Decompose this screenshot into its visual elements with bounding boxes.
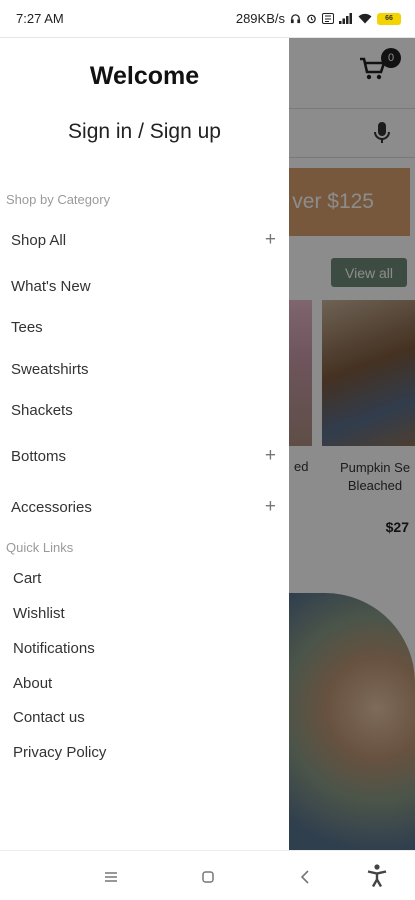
category-sweatshirts[interactable]: Sweatshirts xyxy=(0,353,289,385)
status-time: 7:27 AM xyxy=(16,11,64,26)
quick-link-cart[interactable]: Cart xyxy=(13,570,41,587)
category-label: Tees xyxy=(11,318,43,336)
menu-icon[interactable] xyxy=(101,867,121,887)
category-label: Sweatshirts xyxy=(11,360,89,378)
quick-link-notifications[interactable]: Notifications xyxy=(13,640,95,657)
quick-link-privacy-policy[interactable]: Privacy Policy xyxy=(13,744,106,761)
category-shop-all[interactable]: Shop All + xyxy=(0,224,289,256)
quick-links-label: Quick Links xyxy=(6,540,74,555)
quick-link-wishlist[interactable]: Wishlist xyxy=(13,605,65,622)
expand-icon[interactable]: + xyxy=(265,496,276,518)
category-label: Bottoms xyxy=(11,447,67,465)
category-shackets[interactable]: Shackets xyxy=(0,394,289,426)
category-label: Accessories xyxy=(11,498,92,516)
category-tees[interactable]: Tees xyxy=(0,311,289,343)
quick-link-contact-us[interactable]: Contact us xyxy=(13,709,85,726)
quick-link-about[interactable]: About xyxy=(13,675,52,692)
shop-by-category-label: Shop by Category xyxy=(6,192,111,207)
category-label: Shop All xyxy=(11,231,67,249)
volte-icon xyxy=(322,13,334,24)
sign-in-link[interactable]: Sign in / Sign up xyxy=(0,120,289,144)
category-whats-new[interactable]: What's New xyxy=(0,270,289,302)
category-label: Shackets xyxy=(11,401,73,419)
network-speed: 289KB/s xyxy=(235,11,285,26)
wifi-icon xyxy=(358,13,372,24)
expand-icon[interactable]: + xyxy=(265,229,276,251)
system-navigation-bar xyxy=(0,850,415,900)
category-bottoms[interactable]: Bottoms + xyxy=(0,440,289,472)
category-accessories[interactable]: Accessories + xyxy=(0,491,289,523)
accessibility-icon[interactable] xyxy=(366,864,388,888)
alarm-icon xyxy=(306,13,317,24)
status-bar: 7:27 AM 289KB/s 66 xyxy=(0,0,415,38)
battery-icon: 66 xyxy=(377,12,401,25)
drawer-title: Welcome xyxy=(89,62,200,90)
navigation-drawer: Welcome Sign in / Sign up Shop by Catego… xyxy=(0,38,289,850)
home-icon[interactable] xyxy=(198,867,218,887)
headphones-icon xyxy=(290,13,301,24)
status-indicators: 289KB/s 66 xyxy=(236,11,401,26)
category-label: What's New xyxy=(11,277,91,295)
back-icon[interactable] xyxy=(295,867,315,887)
expand-icon[interactable]: + xyxy=(265,445,276,467)
signal-icon xyxy=(339,13,353,24)
